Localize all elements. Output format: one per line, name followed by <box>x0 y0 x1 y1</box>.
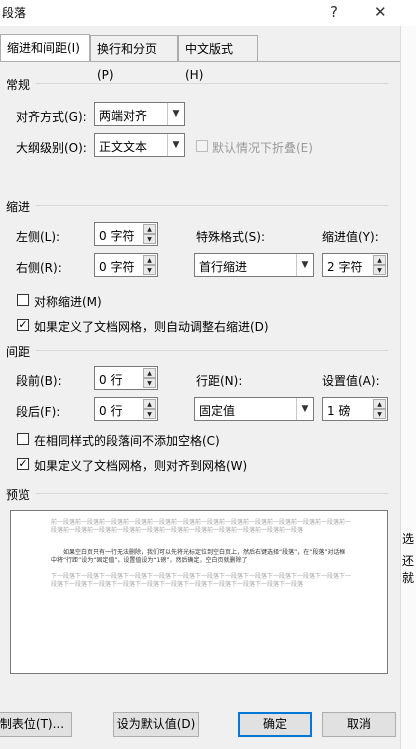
tab-strip: 缩进和间距(I) 换行和分页(P) 中文版式(H) <box>0 34 416 82</box>
outline-level-select[interactable]: 正文文本 ▼ <box>94 133 185 157</box>
indent-separator <box>36 205 388 206</box>
chevron-down-icon: ▼ <box>167 103 184 125</box>
indent-by-stepper[interactable]: 2 字符 ▲ ▼ <box>322 253 388 277</box>
space-before-label: 段前(B): <box>16 374 62 388</box>
tab-asian-typography[interactable]: 中文版式(H) <box>178 35 258 82</box>
spin-up-icon[interactable]: ▲ <box>143 399 156 409</box>
cancel-button[interactable]: 取消 <box>322 712 396 737</box>
general-separator <box>36 83 388 84</box>
spin-down-icon[interactable]: ▼ <box>373 265 386 275</box>
spacing-at-stepper[interactable]: 1 磅 ▲ ▼ <box>322 397 388 421</box>
spin-up-icon[interactable]: ▲ <box>143 368 156 378</box>
tab-indent-spacing[interactable]: 缩进和间距(I) <box>0 34 90 62</box>
preview-current-paragraph: 如果空白页只有一行无法删除，我们可以先将光标定位到空白页上，然后右键选择“段落”… <box>51 549 346 564</box>
chevron-down-icon: ▼ <box>296 398 313 420</box>
collapse-checkbox[interactable] <box>196 140 208 152</box>
general-heading: 常规 <box>6 78 31 92</box>
spacing-at-label: 设置值(A): <box>322 374 380 388</box>
left-indent-stepper[interactable]: 0 字符 ▲ ▼ <box>94 222 158 246</box>
special-indent-label: 特殊格式(S): <box>196 230 266 244</box>
spacing-heading: 间距 <box>6 345 31 359</box>
spin-up-icon[interactable]: ▲ <box>373 399 386 409</box>
alignment-label: 对齐方式(G): <box>16 110 87 124</box>
space-after-stepper[interactable]: 0 行 ▲ ▼ <box>94 397 158 421</box>
mirror-indent-checkbox[interactable] <box>17 294 29 306</box>
spin-up-icon[interactable]: ▲ <box>143 255 156 265</box>
line-spacing-select[interactable]: 固定值 ▼ <box>194 397 314 421</box>
collapse-label: 默认情况下折叠(E) <box>212 141 313 155</box>
spin-down-icon[interactable]: ▼ <box>373 409 386 419</box>
special-indent-select[interactable]: 首行缩进 ▼ <box>194 253 314 277</box>
tab-line-page-breaks[interactable]: 换行和分页(P) <box>90 35 178 82</box>
ok-button[interactable]: 确定 <box>238 712 312 737</box>
preview-separator <box>36 493 388 494</box>
snap-to-grid-checkbox[interactable]: ✓ <box>17 458 29 470</box>
space-after-label: 段后(F): <box>16 405 61 419</box>
right-indent-stepper[interactable]: 0 字符 ▲ ▼ <box>94 253 158 277</box>
auto-adjust-label: 如果定义了文档网格，则自动调整右缩进(D) <box>34 320 269 334</box>
background-document-edge <box>400 26 416 749</box>
close-button[interactable]: ✕ <box>374 3 387 21</box>
chevron-down-icon: ▼ <box>167 134 184 156</box>
spacing-separator <box>36 350 388 351</box>
help-button[interactable]: ? <box>330 3 338 21</box>
spin-up-icon[interactable]: ▲ <box>143 224 156 234</box>
spin-down-icon[interactable]: ▼ <box>143 378 156 388</box>
outline-level-label: 大纲级别(O): <box>16 141 87 155</box>
left-indent-label: 左侧(L): <box>16 230 61 244</box>
spin-down-icon[interactable]: ▼ <box>143 234 156 244</box>
spin-down-icon[interactable]: ▼ <box>143 409 156 419</box>
no-space-same-style-checkbox[interactable] <box>17 433 29 445</box>
title-bar: 段落 ? ✕ <box>0 0 416 26</box>
no-space-same-style-label: 在相同样式的段落间不添加空格(C) <box>34 434 220 448</box>
right-indent-label: 右侧(R): <box>16 261 62 275</box>
window-title: 段落 <box>2 6 27 20</box>
set-default-button[interactable]: 设为默认值(D) <box>113 712 199 737</box>
preview-previous-paragraph: 前一段落前一段落前一段落前一段落前一段落前一段落前一段落前一段落前一段落前一段落… <box>51 519 352 534</box>
spin-down-icon[interactable]: ▼ <box>143 265 156 275</box>
snap-to-grid-label: 如果定义了文档网格，则对齐到网格(W) <box>34 459 248 473</box>
mirror-indent-label: 对称缩进(M) <box>34 295 102 309</box>
spin-up-icon[interactable]: ▲ <box>373 255 386 265</box>
preview-heading: 预览 <box>6 488 31 502</box>
line-spacing-label: 行距(N): <box>196 374 243 388</box>
tab-divider <box>0 61 400 62</box>
background-text-fragment: 还就 <box>402 554 415 585</box>
tabs-button[interactable]: 制表位(T)... <box>0 712 72 737</box>
auto-adjust-checkbox[interactable]: ✓ <box>17 319 29 331</box>
indent-by-label: 缩进值(Y): <box>322 230 379 244</box>
background-text-fragment: 选 <box>402 532 415 546</box>
chevron-down-icon: ▼ <box>296 254 313 276</box>
preview-next-paragraph: 下一段落下一段落下一段落下一段落下一段落下一段落下一段落下一段落下一段落下一段落… <box>51 573 352 588</box>
alignment-select[interactable]: 两端对齐 ▼ <box>94 102 185 126</box>
preview-pane: 前一段落前一段落前一段落前一段落前一段落前一段落前一段落前一段落前一段落前一段落… <box>10 510 388 674</box>
space-before-stepper[interactable]: 0 行 ▲ ▼ <box>94 366 158 390</box>
indent-heading: 缩进 <box>6 200 31 214</box>
